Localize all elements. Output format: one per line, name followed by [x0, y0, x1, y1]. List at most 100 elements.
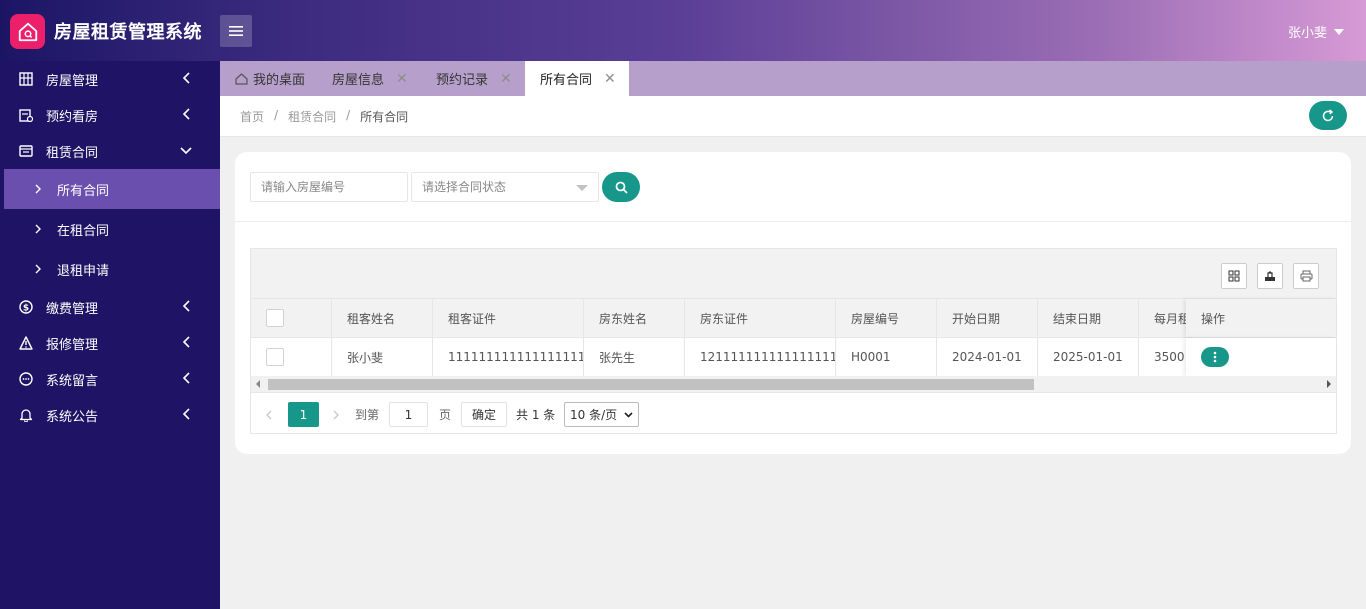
breadcrumb-home[interactable]: 首页 [240, 108, 264, 125]
sidebar-subitem-label: 所有合同 [57, 183, 110, 199]
chevron-left-icon [182, 372, 190, 384]
tab-label: 我的桌面 [253, 73, 306, 88]
message-icon [18, 371, 34, 387]
columns-icon[interactable] [1221, 263, 1247, 289]
search-button[interactable] [602, 172, 640, 202]
row-checkbox[interactable] [266, 348, 284, 366]
goto-page-input[interactable]: 1 [389, 402, 428, 427]
sidebar-item-appointment[interactable]: 预约看房 [0, 97, 220, 133]
top-header: 房屋租赁管理系统 张小斐 [0, 0, 1366, 61]
sidebar-subitem-label: 退租申请 [57, 263, 110, 279]
house-no-input[interactable]: 请输入房屋编号 [250, 172, 408, 202]
cell-actions [1186, 338, 1336, 376]
sidebar-item-message[interactable]: 系统留言 [0, 361, 220, 397]
breadcrumb-contract[interactable]: 租赁合同 [288, 108, 336, 125]
cell-tenant-name: 张小斐 [332, 338, 433, 376]
column-header[interactable]: 房屋编号 [836, 299, 937, 337]
tab-house-info[interactable]: 房屋信息 ✕ [332, 61, 408, 96]
contract-icon [18, 143, 34, 159]
export-icon[interactable] [1257, 263, 1283, 289]
cell-landlord-name: 张先生 [584, 338, 685, 376]
horizontal-scrollbar[interactable] [251, 376, 1336, 393]
user-menu[interactable]: 张小斐 [1288, 22, 1344, 41]
more-actions-button[interactable] [1201, 347, 1229, 367]
caret-down-icon [1334, 28, 1344, 35]
divider [235, 221, 1351, 222]
column-header[interactable]: 房东证件 [685, 299, 836, 337]
prev-page-icon[interactable] [266, 402, 272, 427]
select-all-checkbox[interactable] [266, 309, 284, 327]
cell-landlord-id: 121111111111111111 [685, 338, 836, 376]
chevron-right-icon [35, 184, 41, 194]
close-icon[interactable]: ✕ [604, 71, 616, 87]
chevron-right-icon [35, 264, 41, 274]
chevron-left-icon [182, 300, 190, 312]
content-card: 请输入房屋编号 请选择合同状态 租客姓名 租客证件 房东姓名 房东证件 房屋编号… [235, 152, 1351, 454]
sidebar-subitem-all-contracts[interactable]: 所有合同 [4, 169, 220, 209]
sidebar-item-house[interactable]: 房屋管理 [0, 61, 220, 97]
sidebar-subitem-label: 在租合同 [57, 223, 110, 239]
column-header[interactable]: 房东姓名 [584, 299, 685, 337]
chevron-left-icon [182, 408, 190, 420]
tab-appointments[interactable]: 预约记录 ✕ [436, 61, 512, 96]
tab-bar: 我的桌面 房屋信息 ✕ 预约记录 ✕ 所有合同 ✕ [220, 61, 1366, 96]
close-icon[interactable]: ✕ [396, 71, 408, 87]
page-size-value: 10 条/页 [570, 408, 618, 422]
sidebar-item-contract[interactable]: 租赁合同 [0, 133, 220, 169]
print-icon[interactable] [1293, 263, 1319, 289]
sidebar-item-repair[interactable]: 报修管理 [0, 325, 220, 361]
cell-end-date: 2025-01-01 [1038, 338, 1139, 376]
scroll-right-icon[interactable] [1327, 380, 1331, 388]
close-icon[interactable]: ✕ [500, 71, 512, 87]
sidebar-item-label: 房屋管理 [46, 73, 99, 89]
select-all-cell [251, 299, 332, 337]
breadcrumb-bar: 首页 / 租赁合同 / 所有合同 [220, 96, 1366, 137]
sidebar-item-payment[interactable]: $ 缴费管理 [0, 289, 220, 325]
column-header: 操作 [1186, 299, 1336, 337]
home-icon [235, 72, 248, 85]
contracts-table: 租客姓名 租客证件 房东姓名 房东证件 房屋编号 开始日期 结束日期 每月租 操… [250, 248, 1337, 434]
goto-confirm-button[interactable]: 确定 [461, 402, 507, 427]
cell-tenant-id: 111111111111111111 [433, 338, 584, 376]
sidebar-item-label: 预约看房 [46, 109, 99, 125]
scroll-left-icon[interactable] [256, 380, 260, 388]
breadcrumb-separator: / [274, 108, 279, 122]
table-row[interactable]: 张小斐 111111111111111111 张先生 1211111111111… [251, 338, 1336, 376]
column-header[interactable]: 结束日期 [1038, 299, 1139, 337]
chevron-down-icon [180, 147, 192, 155]
warning-icon [18, 335, 34, 351]
total-count: 共 1 条 [516, 408, 556, 422]
sidebar-item-label: 系统公告 [46, 409, 99, 425]
column-header[interactable]: 租客姓名 [332, 299, 433, 337]
contract-status-select[interactable]: 请选择合同状态 [411, 172, 599, 202]
column-header[interactable]: 租客证件 [433, 299, 584, 337]
chevron-left-icon [182, 72, 190, 84]
sidebar-item-label: 报修管理 [46, 337, 99, 353]
sidebar-subitem-checkout[interactable]: 退租申请 [0, 249, 220, 289]
page-number-current[interactable]: 1 [288, 402, 319, 427]
breadcrumb: 首页 / 租赁合同 / 所有合同 [240, 108, 408, 125]
home-logo-icon [10, 14, 45, 49]
chevron-left-icon [182, 108, 190, 120]
building-icon [18, 71, 34, 87]
tab-desktop[interactable]: 我的桌面 [235, 61, 305, 96]
row-select-cell [251, 338, 332, 376]
menu-toggle-button[interactable] [220, 15, 252, 47]
table-toolbar [251, 249, 1336, 299]
search-icon [615, 181, 628, 194]
tab-label: 房屋信息 [332, 73, 385, 88]
sidebar-item-label: 租赁合同 [46, 145, 99, 161]
column-header[interactable]: 开始日期 [937, 299, 1038, 337]
cell-start-date: 2024-01-01 [937, 338, 1038, 376]
pagination: 1 到第 1 页 确定 共 1 条 10 条/页 [251, 394, 1336, 434]
status-placeholder: 请选择合同状态 [422, 180, 507, 194]
scroll-thumb[interactable] [268, 379, 1034, 390]
refresh-button[interactable] [1309, 101, 1347, 130]
sidebar-subitem-active-contracts[interactable]: 在租合同 [0, 209, 220, 249]
next-page-icon[interactable] [333, 402, 339, 427]
app-title: 房屋租赁管理系统 [54, 22, 202, 43]
sidebar-item-notice[interactable]: 系统公告 [0, 397, 220, 433]
page-size-select[interactable]: 10 条/页 [564, 402, 639, 427]
user-name: 张小斐 [1287, 26, 1327, 41]
tab-all-contracts[interactable]: 所有合同 ✕ [525, 61, 629, 96]
